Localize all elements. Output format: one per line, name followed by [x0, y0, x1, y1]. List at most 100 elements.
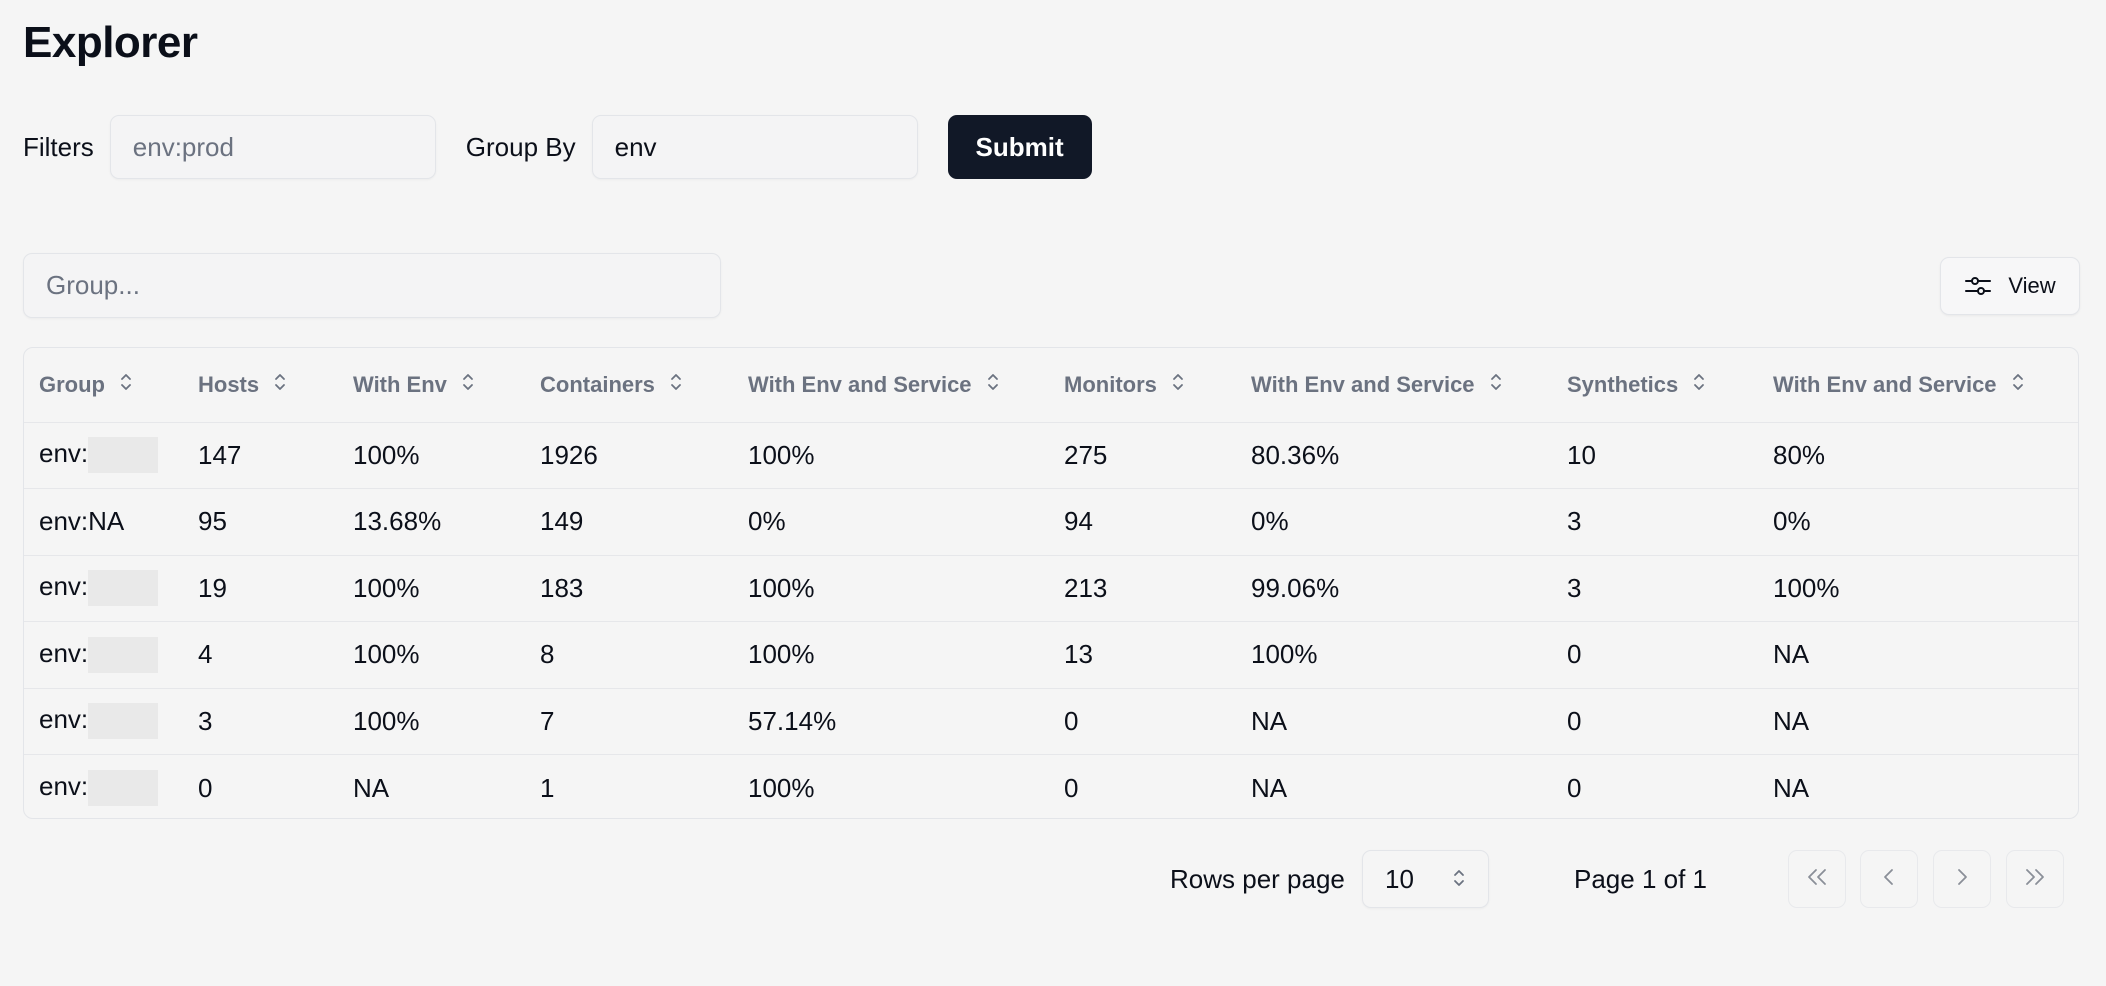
sort-button[interactable]: Monitors	[1064, 371, 1185, 399]
table-cell: 13.68%	[353, 506, 442, 537]
group-by-input[interactable]	[591, 115, 918, 179]
table-cell: 100%	[748, 639, 815, 670]
table-row: env:NA 95 13.68% 149 0% 94 0% 3 0%	[24, 488, 2078, 556]
column-header[interactable]: With Env and Service	[1758, 348, 2078, 422]
submit-button[interactable]: Submit	[947, 115, 1092, 179]
table-cell: 8	[540, 639, 555, 670]
table-cell: 0	[1567, 772, 1582, 803]
column-header-label: Monitors	[1064, 371, 1157, 397]
table-cell: 95	[198, 506, 227, 537]
next-page-button[interactable]	[1933, 850, 1991, 908]
table-cell: 100%	[748, 439, 815, 470]
column-header-label: With Env and Service	[1251, 371, 1475, 397]
table-cell: 100%	[353, 572, 420, 603]
column-header-label: Containers	[540, 371, 655, 397]
table-cell: 0%	[1251, 506, 1289, 537]
table-cell: 147	[198, 439, 242, 470]
table-cell: 1926	[540, 439, 598, 470]
table-cell: 100%	[748, 572, 815, 603]
chevrons-up-down-icon	[273, 371, 287, 399]
column-header[interactable]: Monitors	[1049, 348, 1236, 422]
table-cell: 13	[1064, 639, 1093, 670]
view-options-button[interactable]: View	[1940, 257, 2080, 315]
table-cell: 100%	[353, 439, 420, 470]
table-cell: 0	[198, 772, 213, 803]
rows-per-page-select[interactable]: 10	[1362, 850, 1489, 908]
table-cell: 100%	[353, 639, 420, 670]
table-row: env: 19 100% 183 100% 213 99.06% 3 100%	[24, 555, 2078, 622]
chevron-left-icon	[1878, 866, 1900, 893]
group-cell: env:	[24, 422, 183, 489]
column-header[interactable]: Group	[24, 348, 183, 422]
page-info: Page 1 of 1	[1574, 864, 1707, 894]
rows-per-page-label: Rows per page	[1170, 864, 1345, 894]
table-cell: NA	[1773, 772, 1810, 803]
chevrons-up-down-icon	[119, 371, 133, 399]
table-header-row: Group Hosts With Env Containers With Env and…	[24, 348, 2078, 422]
table-row: env: 3 100% 7 57.14% 0 NA 0 NA	[24, 688, 2078, 755]
group-value: env:	[39, 770, 89, 801]
table-cell: 1	[540, 772, 555, 803]
filters-label: Filters	[23, 131, 94, 162]
view-button-label: View	[2008, 273, 2056, 298]
table-cell: 0%	[1773, 506, 1811, 537]
table-cell: 0	[1064, 705, 1079, 736]
table-cell: 0%	[748, 506, 786, 537]
table-cell: 0	[1567, 705, 1582, 736]
explorer-page: Explorer Filters Group By Submit View Gr…	[0, 0, 2106, 986]
table-cell: 7	[540, 705, 555, 736]
chevrons-up-down-icon	[461, 371, 475, 399]
column-header[interactable]: With Env and Service	[733, 348, 1049, 422]
table-row: env: 4 100% 8 100% 13 100% 0 NA	[24, 621, 2078, 689]
column-header-label: With Env and Service	[748, 371, 972, 397]
sort-button[interactable]: With Env and Service	[748, 371, 1000, 399]
column-header[interactable]: With Env and Service	[1236, 348, 1552, 422]
column-header[interactable]: Hosts	[183, 348, 338, 422]
sort-button[interactable]: With Env and Service	[1773, 371, 2025, 399]
sort-button[interactable]: Containers	[540, 371, 683, 399]
filters-input[interactable]	[109, 115, 436, 179]
column-header[interactable]: Containers	[525, 348, 733, 422]
column-header-label: Synthetics	[1567, 371, 1679, 397]
redacted-block	[88, 437, 159, 474]
table-cell: 80.36%	[1251, 439, 1340, 470]
table-cell: 3	[1567, 572, 1582, 603]
last-page-button[interactable]	[2006, 850, 2064, 908]
group-search-input[interactable]	[23, 253, 721, 318]
table-cell: 0	[1567, 639, 1582, 670]
table-cell: NA	[353, 772, 390, 803]
table-cell: 0	[1064, 772, 1079, 803]
table-cell: NA	[1773, 639, 1810, 670]
group-value: env:	[39, 637, 89, 668]
table-cell: 3	[198, 705, 213, 736]
group-cell: env:NA	[24, 489, 183, 556]
filter-bar: Filters Group By Submit	[23, 115, 1092, 179]
table-cell: 100%	[1773, 572, 1840, 603]
table-cell: NA	[1251, 772, 1288, 803]
sort-button[interactable]: With Env	[353, 371, 475, 399]
group-value: env:NA	[39, 506, 125, 537]
chevrons-up-down-icon	[1171, 371, 1185, 399]
column-header-label: With Env and Service	[1773, 371, 1997, 397]
sort-button[interactable]: Hosts	[198, 371, 287, 399]
table-cell: 213	[1064, 572, 1108, 603]
table-cell: NA	[1773, 705, 1810, 736]
sort-button[interactable]: Group	[39, 371, 133, 399]
table-cell: 100%	[353, 705, 420, 736]
sort-button[interactable]: Synthetics	[1567, 371, 1706, 399]
table-cell: 19	[198, 572, 227, 603]
chevron-right-icon	[1951, 866, 1973, 893]
group-value: env:	[39, 704, 89, 735]
table-row: env: 147 100% 1926 100% 275 80.36% 10 80%	[24, 422, 2078, 489]
previous-page-button[interactable]	[1860, 850, 1918, 908]
table-body: env: 147 100% 1926 100% 275 80.36% 10 80% env:NA 9…	[24, 422, 2078, 818]
table-cell: 94	[1064, 506, 1093, 537]
chevrons-up-down-icon	[2011, 371, 2025, 399]
first-page-button[interactable]	[1788, 850, 1846, 908]
table-cell: 100%	[1251, 639, 1318, 670]
column-header[interactable]: Synthetics	[1552, 348, 1758, 422]
sort-button[interactable]: With Env and Service	[1251, 371, 1503, 399]
group-value: env:	[39, 571, 89, 602]
chevrons-up-down-icon	[1489, 371, 1503, 399]
column-header[interactable]: With Env	[338, 348, 525, 422]
